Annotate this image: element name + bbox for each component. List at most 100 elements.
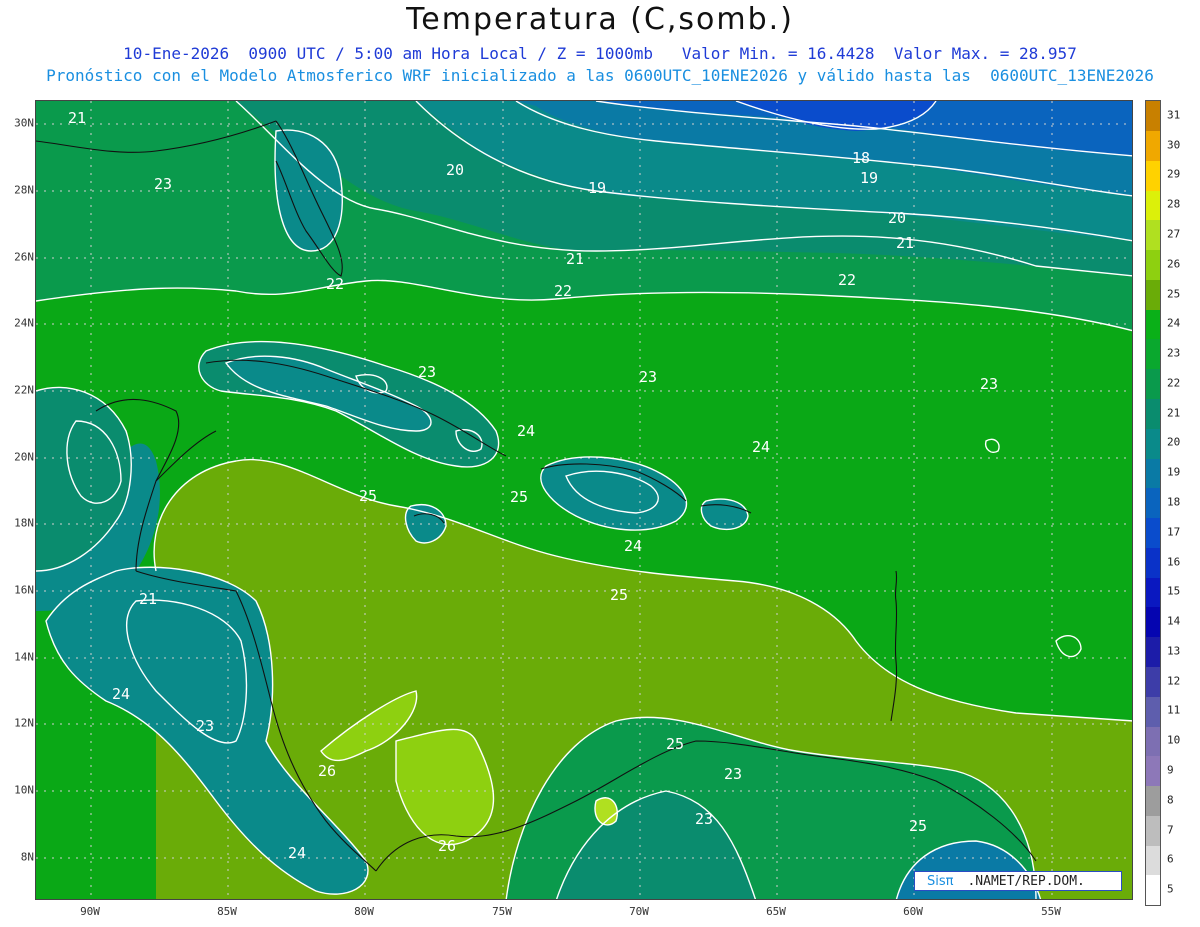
color-scale-label: 24	[1167, 316, 1181, 330]
lat-label: 28N	[14, 183, 34, 197]
color-scale-label: 22	[1167, 376, 1181, 390]
contour-label: 25	[510, 488, 528, 506]
contour-label: 24	[288, 844, 306, 862]
color-scale-swatch	[1146, 428, 1160, 459]
color-scale-swatch	[1146, 785, 1160, 816]
logo-org: .NAMET/REP.DOM.	[967, 873, 1085, 889]
color-scale-label: 27	[1167, 227, 1181, 241]
color-scale-swatch	[1146, 607, 1160, 638]
color-scale-swatch	[1146, 517, 1160, 548]
color-scale-swatch	[1146, 130, 1160, 161]
color-scale-label: 7	[1167, 823, 1174, 837]
lat-label: 22N	[14, 383, 34, 397]
color-scale-label: 5	[1167, 882, 1174, 896]
color-scale-swatch	[1146, 696, 1160, 727]
color-scale-label: 14	[1167, 614, 1181, 628]
lon-label: 90W	[80, 905, 100, 918]
contour-label: 25	[610, 586, 628, 604]
contour-label: 23	[154, 175, 172, 193]
lat-label: 18N	[14, 516, 34, 530]
color-scale-label: 20	[1167, 435, 1181, 449]
color-scale-swatch	[1146, 220, 1160, 251]
contour-label: 18	[852, 149, 870, 167]
color-scale-label: 10	[1167, 733, 1181, 747]
color-scale-label: 23	[1167, 346, 1181, 360]
contour-label: 21	[896, 234, 914, 252]
contour-label: 24	[752, 438, 770, 456]
map-subtitle-validity: 10-Ene-2026 0900 UTC / 5:00 am Hora Loca…	[123, 44, 1077, 63]
color-scale-swatch	[1146, 845, 1160, 876]
contour-label: 19	[860, 169, 878, 187]
color-scale-swatch	[1146, 309, 1160, 340]
color-scale-swatch	[1146, 160, 1160, 191]
contour-label: 20	[446, 161, 464, 179]
color-scale-swatch	[1146, 458, 1160, 489]
lat-label: 10N	[14, 783, 34, 797]
color-scale-label: 6	[1167, 852, 1174, 866]
lon-label: 65W	[766, 905, 786, 918]
contour-label: 24	[517, 422, 535, 440]
color-scale-label: 18	[1167, 495, 1181, 509]
color-scale-label: 26	[1167, 257, 1181, 271]
contour-label: 23	[695, 810, 713, 828]
color-scale-swatch	[1146, 279, 1160, 310]
color-scale-swatch	[1146, 756, 1160, 787]
lat-label: 26N	[14, 250, 34, 264]
contour-label: 22	[554, 282, 572, 300]
logo-brand: Sisπ	[927, 873, 954, 889]
color-scale-label: 30	[1167, 138, 1181, 152]
contour-label: 25	[666, 735, 684, 753]
contour-label: 23	[639, 368, 657, 386]
contour-label: 19	[588, 179, 606, 197]
color-scale-swatch	[1146, 190, 1160, 221]
color-scale-label: 29	[1167, 167, 1181, 181]
color-scale-swatch	[1146, 726, 1160, 757]
color-scale-swatch	[1146, 369, 1160, 399]
color-scale-label: 25	[1167, 287, 1181, 301]
color-scale-bar	[1145, 100, 1161, 906]
lon-label: 55W	[1041, 905, 1061, 918]
color-scale-label: 28	[1167, 197, 1181, 211]
contour-label: 22	[326, 275, 344, 293]
lon-label: 70W	[629, 905, 649, 918]
color-scale-swatch	[1146, 577, 1160, 608]
temperature-map: 21 23 20 19 18 19 20 21 21 22 22 22 23 2…	[35, 100, 1133, 900]
contour-label: 24	[624, 537, 642, 555]
lat-label: 14N	[14, 650, 34, 664]
contour-label: 21	[566, 250, 584, 268]
lat-label: 24N	[14, 316, 34, 330]
contour-label: 20	[888, 209, 906, 227]
color-scale-swatch	[1146, 547, 1160, 578]
color-scale-label: 21	[1167, 406, 1181, 420]
color-scale-label: 9	[1167, 763, 1174, 777]
color-scale-swatch	[1146, 637, 1160, 667]
contour-label: 24	[112, 685, 130, 703]
color-scale-swatch	[1146, 249, 1160, 280]
contour-label: 26	[318, 762, 336, 780]
color-scale-label: 31	[1167, 108, 1181, 122]
lon-label: 80W	[354, 905, 374, 918]
color-scale-label: 16	[1167, 555, 1181, 569]
lat-label: 30N	[14, 116, 34, 130]
lat-label: 20N	[14, 450, 34, 464]
color-scale-swatch	[1146, 666, 1160, 697]
color-scale-label: 8	[1167, 793, 1174, 807]
color-scale-swatch	[1146, 101, 1160, 131]
color-scale-swatch	[1146, 815, 1160, 846]
color-scale-swatch	[1146, 339, 1160, 370]
contour-label: 23	[724, 765, 742, 783]
lat-label: 12N	[14, 716, 34, 730]
lon-label: 85W	[217, 905, 237, 918]
lon-label: 75W	[492, 905, 512, 918]
color-scale-swatch	[1146, 398, 1160, 429]
color-scale-swatch	[1146, 488, 1160, 519]
lat-label: 16N	[14, 583, 34, 597]
contour-label: 23	[980, 375, 998, 393]
contour-label: 25	[359, 487, 377, 505]
contour-label: 25	[909, 817, 927, 835]
lon-label: 60W	[903, 905, 923, 918]
color-scale-label: 17	[1167, 525, 1181, 539]
contour-label: 23	[418, 363, 436, 381]
contour-label: 26	[438, 837, 456, 855]
map-title: Temperatura (C,somb.)	[406, 2, 794, 37]
